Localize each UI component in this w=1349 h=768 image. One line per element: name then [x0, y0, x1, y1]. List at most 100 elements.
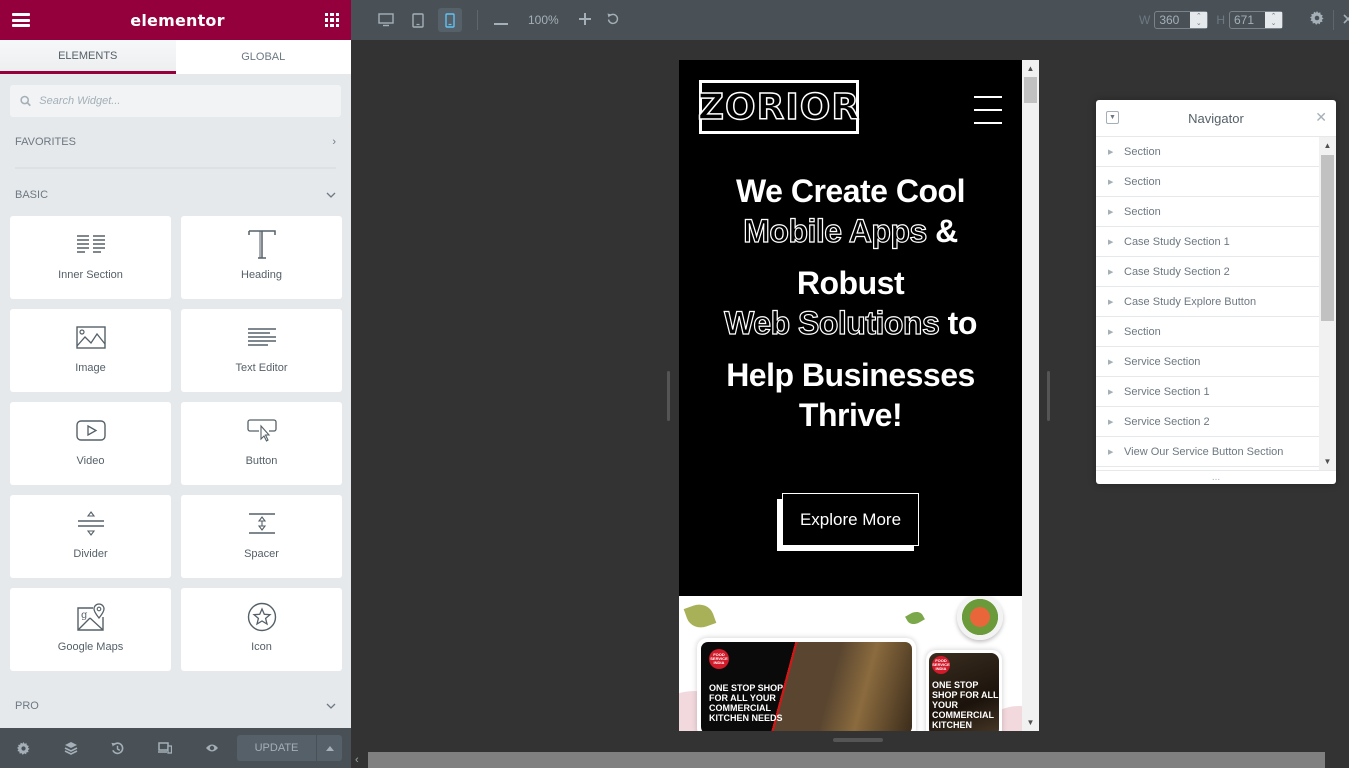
hero-line: Robust [796, 265, 905, 301]
widget-button[interactable]: Button [181, 402, 342, 485]
scrollbar-thumb[interactable] [1024, 77, 1037, 103]
tab-elements[interactable]: ELEMENTS [0, 40, 176, 74]
resize-handle-bottom[interactable] [833, 738, 883, 742]
device-desktop-button[interactable] [374, 8, 398, 32]
navigator-item[interactable]: ▶ Service Section [1096, 347, 1319, 377]
panel-footer: UPDATE [0, 728, 351, 768]
scroll-up-icon[interactable]: ▲ [1319, 137, 1336, 154]
preview-scrollbar[interactable]: ▲ ▼ [1022, 60, 1039, 731]
chevron-right-icon: › [332, 136, 336, 148]
widget-inner-section[interactable]: Inner Section [10, 216, 171, 299]
hero-outline-text: Web Solutions [724, 304, 941, 341]
resize-handle-right[interactable] [1047, 371, 1050, 421]
caret-right-icon[interactable]: ▶ [1108, 328, 1124, 336]
navigator-item[interactable]: ▶ Case Study Explore Button [1096, 287, 1319, 317]
menu-icon[interactable] [12, 13, 30, 27]
site-menu-icon[interactable] [974, 96, 1002, 124]
zoom-in-button[interactable] [578, 12, 591, 28]
responsive-settings-button[interactable] [1310, 10, 1324, 30]
navigator-item[interactable]: ▶ Service Section 1 [1096, 377, 1319, 407]
navigator-item[interactable]: ▶ Section [1096, 197, 1319, 227]
tab-global[interactable]: GLOBAL [175, 40, 351, 74]
caret-right-icon[interactable]: ▶ [1108, 268, 1124, 276]
preview-button[interactable] [188, 728, 235, 768]
caret-right-icon[interactable]: ▶ [1108, 238, 1124, 246]
site-preview: ZORIOR We Create Cool Mobile Apps & Robu… [679, 60, 1022, 731]
elementor-logo: elementor [130, 10, 225, 30]
category-favorites[interactable]: FAVORITES › [0, 127, 351, 157]
widget-text-editor[interactable]: Text Editor [181, 309, 342, 392]
caret-right-icon[interactable]: ▶ [1108, 208, 1124, 216]
device-mobile-button[interactable] [438, 8, 462, 32]
navigator-button[interactable] [47, 728, 94, 768]
mobile-preview-frame: ZORIOR We Create Cool Mobile Apps & Robu… [679, 60, 1039, 731]
scroll-left-icon[interactable]: ‹ [355, 754, 359, 766]
widget-grid: Inner Section Heading Image Text Editor … [0, 210, 351, 671]
search-input[interactable] [39, 95, 331, 107]
scrollbar-track[interactable] [368, 752, 1325, 768]
widgets-grid-icon[interactable] [325, 13, 339, 27]
resize-handle-left[interactable] [667, 371, 670, 421]
navigator-item-label: Service Section 1 [1124, 385, 1210, 398]
navigator-item[interactable]: ▶ Section [1096, 167, 1319, 197]
scroll-down-icon[interactable]: ▼ [1022, 714, 1039, 731]
chevron-down-icon [326, 703, 336, 709]
widget-image[interactable]: Image [10, 309, 171, 392]
settings-button[interactable] [0, 728, 47, 768]
responsive-mode-button[interactable] [141, 728, 188, 768]
navigator-scrollbar[interactable]: ▲ ▼ [1319, 137, 1336, 470]
widget-icon[interactable]: Icon [181, 588, 342, 671]
search-icon [20, 95, 31, 107]
caret-right-icon[interactable]: ▶ [1108, 358, 1124, 366]
caret-right-icon[interactable]: ▶ [1108, 148, 1124, 156]
update-options-button[interactable] [316, 735, 342, 761]
width-stepper[interactable]: ⌃ ⌄ [1190, 12, 1208, 28]
scrollbar-thumb[interactable] [1321, 155, 1334, 321]
update-button[interactable]: UPDATE [237, 735, 316, 761]
history-button[interactable] [94, 728, 141, 768]
caret-right-icon[interactable]: ▶ [1108, 388, 1124, 396]
site-logo[interactable]: ZORIOR [697, 80, 860, 134]
google-maps-icon: g [75, 601, 107, 633]
navigator-resize-handle[interactable]: ... [1096, 470, 1336, 484]
scroll-down-icon[interactable]: ▼ [1319, 453, 1336, 470]
category-pro[interactable]: PRO [0, 691, 351, 721]
widget-google-maps[interactable]: g Google Maps [10, 588, 171, 671]
reset-zoom-button[interactable] [607, 13, 619, 28]
navigator-item-label: Section [1124, 205, 1161, 218]
collapse-all-icon[interactable]: ▼ [1106, 111, 1119, 124]
panel-tabs: ELEMENTS GLOBAL [0, 40, 351, 74]
widget-video[interactable]: Video [10, 402, 171, 485]
navigator-item[interactable]: ▶ Section [1096, 317, 1319, 347]
scroll-up-icon[interactable]: ▲ [1022, 60, 1039, 77]
widget-heading[interactable]: Heading [181, 216, 342, 299]
navigator-item[interactable]: ▶ Service Section 2 [1096, 407, 1319, 437]
width-input[interactable]: 360 ⌃ ⌄ [1154, 11, 1209, 29]
caret-right-icon[interactable]: ▶ [1108, 448, 1124, 456]
navigator-panel: ▼ Navigator ✕ ▶ Section ▶ Section ▶ Section… [1096, 100, 1336, 484]
height-input[interactable]: 671 ⌃ ⌄ [1229, 11, 1283, 29]
widget-divider[interactable]: Divider [10, 495, 171, 578]
explore-more-button[interactable]: Explore More [782, 493, 919, 546]
caret-right-icon[interactable]: ▶ [1108, 418, 1124, 426]
mobile-icon [445, 12, 455, 28]
zoom-level: 100% [528, 13, 559, 27]
navigator-item[interactable]: ▶ View Our Service Button Section [1096, 437, 1319, 467]
gear-icon [1310, 10, 1324, 25]
navigator-item[interactable]: ▶ Section [1096, 137, 1319, 167]
horizontal-scrollbar[interactable]: ‹ [351, 752, 1349, 768]
close-icon[interactable]: ✕ [1315, 109, 1327, 126]
zoom-out-button[interactable] [494, 13, 508, 28]
gear-icon [17, 741, 30, 755]
category-basic[interactable]: BASIC [0, 180, 351, 210]
widget-spacer[interactable]: Spacer [181, 495, 342, 578]
plus-icon [578, 12, 591, 25]
close-responsive-button[interactable] [1343, 11, 1349, 29]
device-tablet-button[interactable] [406, 8, 430, 32]
navigator-header[interactable]: ▼ Navigator ✕ [1096, 100, 1336, 137]
caret-right-icon[interactable]: ▶ [1108, 298, 1124, 306]
navigator-item[interactable]: ▶ Case Study Section 1 [1096, 227, 1319, 257]
caret-right-icon[interactable]: ▶ [1108, 178, 1124, 186]
height-stepper[interactable]: ⌃ ⌄ [1265, 12, 1282, 28]
navigator-item[interactable]: ▶ Case Study Section 2 [1096, 257, 1319, 287]
